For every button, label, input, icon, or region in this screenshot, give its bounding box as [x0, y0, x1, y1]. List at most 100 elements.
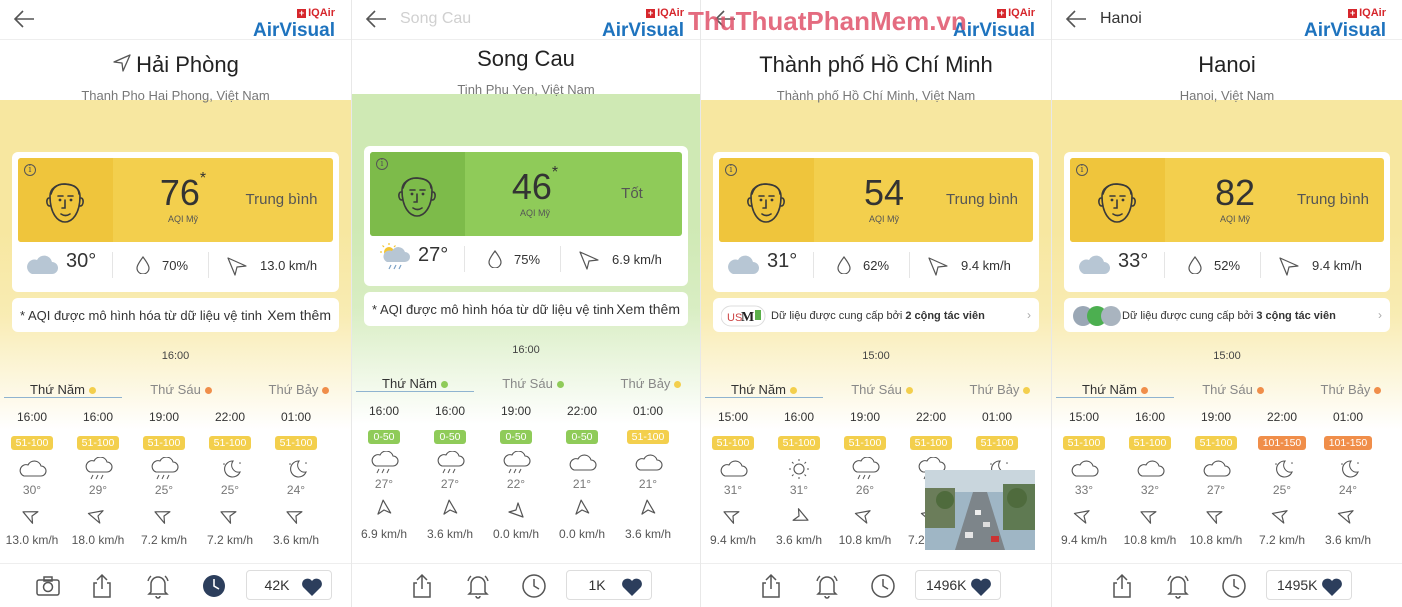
current-temp: 27° [418, 244, 449, 266]
hour-temp: 30° [22, 483, 42, 497]
day-aqi-dot [1256, 387, 1264, 394]
info-icon[interactable]: i [725, 164, 737, 176]
aqi-value: 76* [128, 170, 238, 214]
satellite-note[interactable]: * AQI được mô hình hóa từ dữ liệu vệ tin… [12, 298, 339, 332]
hour-wind-speed: 9.4 km/h [709, 533, 757, 547]
bell-icon[interactable] [464, 572, 492, 600]
clock-icon[interactable] [200, 572, 228, 600]
hour-label: 16:00 [1134, 410, 1166, 424]
bell-icon[interactable] [144, 572, 172, 600]
follow-button[interactable]: 1496K [915, 570, 1001, 600]
follow-button[interactable]: 1495K [1266, 570, 1352, 600]
hour-label: 0 [1035, 410, 1051, 426]
tab-day-1[interactable]: Thứ Năm [356, 372, 474, 392]
satellite-note[interactable]: * AQI được mô hình hóa từ dữ liệu vệ tin… [364, 292, 688, 326]
satellite-note-text: * AQI được mô hình hóa từ dữ liệu vệ tin… [20, 308, 263, 323]
tab-day-3[interactable]: Thứ Bảy [941, 378, 1051, 397]
wind-direction-icon [854, 505, 876, 527]
info-icon[interactable]: i [1076, 164, 1088, 176]
tab-day-1[interactable]: Thứ Năm [1056, 378, 1174, 398]
day-label: Thứ Bảy [969, 382, 1020, 397]
day-aqi-dot [905, 387, 913, 394]
hour-label: 16:00 [783, 410, 815, 424]
cloud-icon [26, 254, 60, 280]
hour-wind-speed: 10.8 km/h [838, 533, 892, 547]
tab-day-3[interactable]: Thứ Bảy [240, 378, 351, 397]
heart-icon [302, 578, 322, 596]
hour-column: 19:00 51-100 26° 10.8 km/h [837, 410, 893, 547]
see-more-link[interactable]: Xem thêm [267, 307, 331, 323]
wind-direction-icon [285, 505, 307, 527]
back-arrow-icon[interactable] [364, 8, 390, 30]
wind-direction-icon [87, 505, 109, 527]
hour-temp: 24° [286, 483, 306, 497]
aqi-card[interactable]: i 54 AQI Mỹ Trung bình 31° 62% 9.4 km/h [713, 152, 1039, 292]
brand-airvisual-text: AirVisual [601, 20, 684, 41]
aqi-value: 46* [480, 164, 590, 208]
hour-wind-speed: 13.0 km/h [5, 533, 59, 547]
heart-icon [1322, 578, 1342, 596]
hour-label: 15:00 [1068, 410, 1100, 424]
rain-icon [83, 456, 113, 481]
follow-button[interactable]: 42K [246, 570, 332, 600]
hour-label: 0 [334, 410, 351, 426]
forecast-time: 16:00 [512, 344, 540, 356]
hour-temp: 24° [1338, 483, 1358, 497]
share-icon[interactable] [757, 572, 785, 600]
contributors-row[interactable]: Dữ liệu được cung cấp bởi 3 cộng tác viê… [1064, 298, 1390, 332]
tab-day-1[interactable]: Thứ Năm [705, 378, 823, 398]
info-icon[interactable]: i [24, 164, 36, 176]
bell-icon[interactable] [813, 572, 841, 600]
tab-day-3[interactable]: Thứ Bảy [1292, 378, 1402, 397]
share-icon[interactable] [408, 572, 436, 600]
see-more-link[interactable]: Xem thêm [616, 301, 680, 317]
clock-icon[interactable] [520, 572, 548, 600]
back-arrow-icon[interactable] [12, 8, 38, 30]
tab-day-1[interactable]: Thứ Năm [4, 378, 122, 398]
city-panel-1: + IQAir AirVisual Hải Phòng Thanh Pho Hai Ph… [0, 0, 351, 607]
humidity-value: 62% [863, 258, 890, 273]
aqi-range-badge: 51-100 [208, 436, 252, 450]
aqi-card[interactable]: i 76* AQI Mỹ Trung bình 30° 70% 13.0 km/h [12, 152, 339, 292]
search-text[interactable]: Song Cau [400, 10, 471, 28]
clock-icon[interactable] [869, 572, 897, 600]
bottom-toolbar: 1K [352, 563, 700, 607]
city-name: Song Cau [352, 46, 700, 72]
share-icon[interactable] [1108, 572, 1136, 600]
hour-wind-speed: 7.2 km/h [206, 533, 254, 547]
hour-temp: 31° [789, 483, 809, 497]
day-aqi-dot [556, 381, 564, 388]
contributors-count: 2 cộng tác viên [905, 310, 985, 322]
search-text[interactable]: Hanoi [1100, 10, 1142, 28]
aqi-card[interactable]: i 46* AQI Mỹ Tốt 27° 75% 6.9 km/h [364, 146, 688, 286]
tab-day-2[interactable]: Thứ Sáu [474, 372, 592, 391]
aqi-card[interactable]: i 82 AQI Mỹ Trung bình 33° 52% 9.4 km/h [1064, 152, 1390, 292]
hour-wind-speed: 9.4 km/h [1060, 533, 1108, 547]
location-arrow-icon [112, 53, 132, 73]
share-icon[interactable] [88, 572, 116, 600]
clock-icon[interactable] [1220, 572, 1248, 600]
day-tabs: Thứ Năm Thứ Sáu Thứ Bảy [701, 378, 1051, 404]
hour-column: 16:00 0-50 27° 3.6 km/h [422, 404, 478, 541]
tab-day-2[interactable]: Thứ Sáu [823, 378, 941, 397]
hour-label: 16:00 [368, 404, 400, 418]
camera-icon[interactable] [34, 572, 62, 600]
hour-temp: 25° [154, 483, 174, 497]
tab-day-3[interactable]: Thứ Bảy [592, 372, 700, 391]
bell-icon[interactable] [1164, 572, 1192, 600]
iqair-airvisual-logo: + IQAir AirVisual [1303, 7, 1386, 41]
contributors-count: 3 cộng tác viên [1256, 310, 1336, 322]
contributors-text: Dữ liệu được cung cấp bởi 2 cộng tác viê… [771, 310, 985, 322]
day-label: Thứ Năm [1082, 382, 1137, 397]
day-label: Thứ Bảy [620, 376, 671, 391]
info-icon[interactable]: i [376, 158, 388, 170]
contributors-row[interactable]: US M Dữ liệu được cung cấp bởi 2 cộng tác … [713, 298, 1039, 332]
back-arrow-icon[interactable] [1064, 8, 1090, 30]
tab-day-2[interactable]: Thứ Sáu [122, 378, 240, 397]
city-skyline [701, 100, 1051, 140]
day-label: Thứ Bảy [268, 382, 319, 397]
follow-button[interactable]: 1K [566, 570, 652, 600]
hour-column: 22:00 101-150 25° 7.2 km/h [1254, 410, 1310, 547]
city-name: Hải Phòng [0, 52, 351, 78]
tab-day-2[interactable]: Thứ Sáu [1174, 378, 1292, 397]
